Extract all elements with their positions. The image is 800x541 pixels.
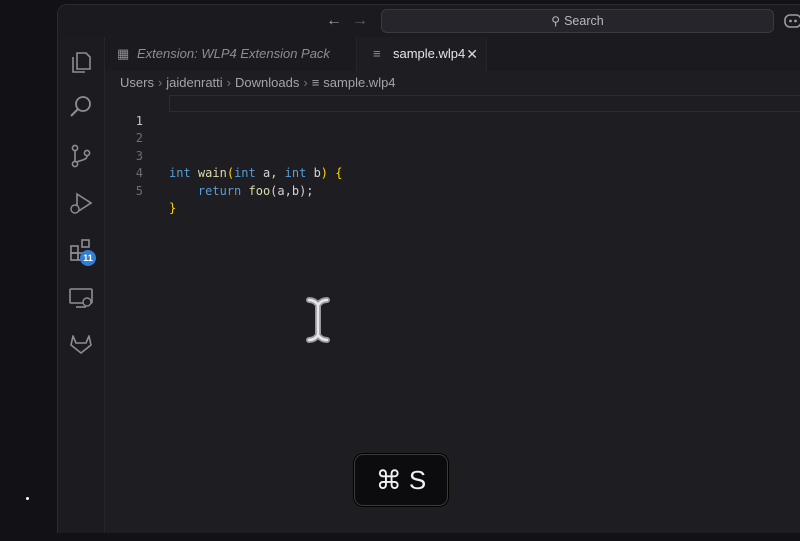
- explorer-icon[interactable]: [68, 49, 94, 75]
- breadcrumb-item[interactable]: sample.wlp4: [323, 75, 395, 90]
- tab-bar: ▦ Extension: WLP4 Extension Pack ≡ sample.…: [105, 37, 800, 71]
- extensions-icon: ▦: [117, 46, 130, 61]
- line-number: 5: [135, 183, 143, 198]
- breadcrumb: Users › jaidenratti › Downloads › ≡ sample.wlp4: [120, 75, 396, 90]
- tab-extension-wlp4[interactable]: ▦ Extension: WLP4 Extension Pack: [105, 37, 357, 71]
- remote-explorer-icon[interactable]: [68, 285, 94, 311]
- chevron-right-icon: ›: [157, 75, 163, 90]
- current-line-highlight: [169, 95, 800, 112]
- search-icon[interactable]: [68, 94, 94, 120]
- title-bar: ← → ⚲ Search: [58, 5, 800, 37]
- close-icon[interactable]: ✕: [466, 37, 478, 71]
- search-icon: ⚲: [551, 14, 561, 28]
- breadcrumb-item[interactable]: Downloads: [235, 75, 299, 90]
- text-cursor-icon: [306, 297, 330, 343]
- editor-area: ▦ Extension: WLP4 Extension Pack ≡ sample.…: [105, 37, 800, 533]
- chevron-right-icon: ›: [303, 75, 308, 90]
- arrow-left-icon[interactable]: ←: [324, 11, 344, 31]
- breadcrumb-item[interactable]: jaidenratti: [166, 75, 222, 90]
- code-text: return foo(a,b);: [197, 183, 314, 198]
- code-line: 5 }: [105, 165, 800, 216]
- code-line: 2: [105, 113, 800, 145]
- gitlab-icon[interactable]: [68, 331, 94, 357]
- extensions-badge: 11: [80, 250, 96, 266]
- code-line: 4 return foo(a,b);: [105, 148, 800, 198]
- command-center-search[interactable]: ⚲ Search: [381, 9, 774, 33]
- source-control-icon[interactable]: [68, 143, 94, 169]
- tab-sample-wlp4[interactable]: ≡ sample.wlp4 ✕: [357, 37, 487, 71]
- tab-label: sample.wlp4: [393, 46, 466, 61]
- breadcrumb-item[interactable]: Users: [120, 75, 154, 90]
- copilot-icon[interactable]: [783, 11, 800, 31]
- file-lines-icon: ≡: [373, 46, 381, 61]
- tab-label: Extension: WLP4 Extension Pack: [137, 46, 330, 61]
- chevron-right-icon: ›: [226, 75, 232, 90]
- keystroke-overlay: ⌘ S: [354, 454, 448, 506]
- code-editor[interactable]: 1 2 3 int wain(int a, int b) { 4 return …: [105, 95, 800, 216]
- code-line: 3 int wain(int a, int b) {: [105, 130, 800, 181]
- activity-bar: 11: [58, 37, 105, 533]
- star: [26, 497, 29, 500]
- file-lines-icon: ≡: [311, 75, 320, 90]
- run-debug-icon[interactable]: [68, 190, 94, 216]
- code-line: 1: [105, 95, 800, 128]
- code-text: }: [169, 201, 177, 215]
- arrow-right-icon[interactable]: →: [350, 11, 370, 31]
- search-placeholder: Search: [564, 14, 604, 28]
